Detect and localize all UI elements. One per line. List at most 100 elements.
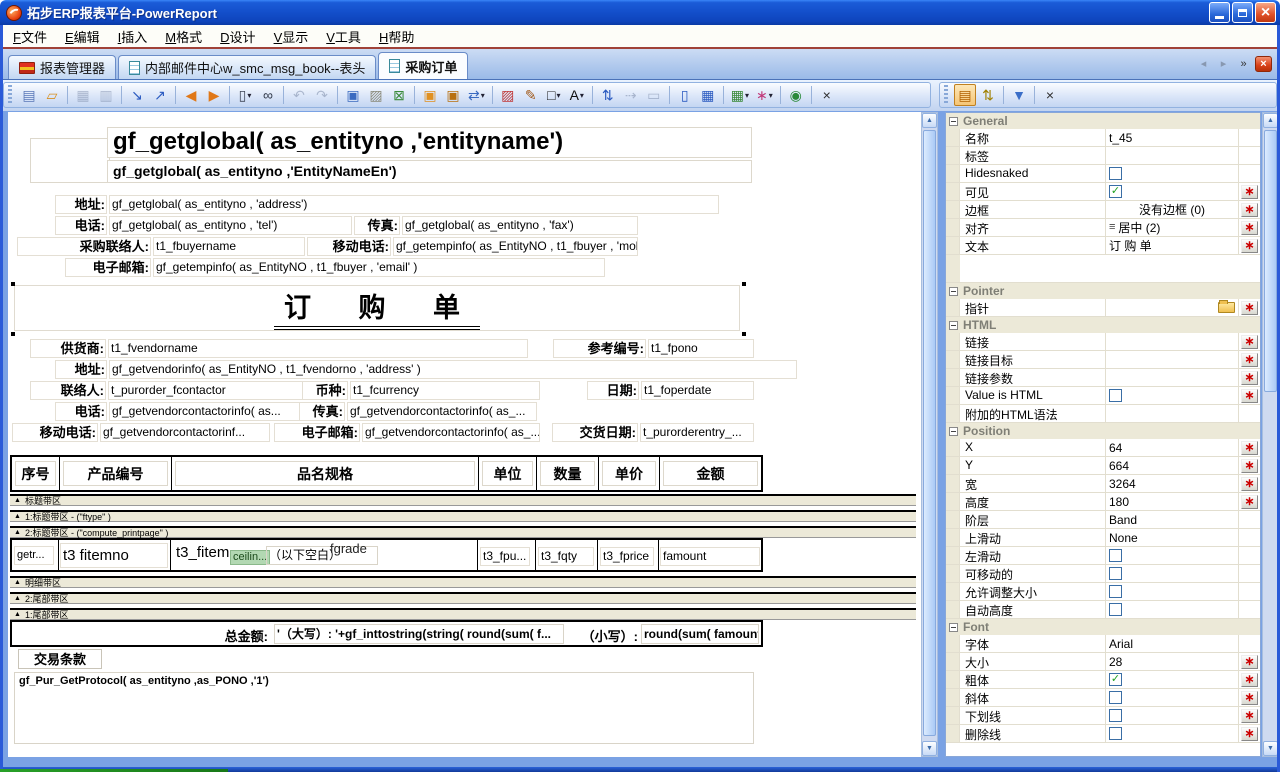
property-value[interactable] xyxy=(1106,725,1238,742)
expression-button[interactable]: ∗ xyxy=(1241,709,1258,723)
property-row[interactable]: 自动高度 xyxy=(946,601,1260,619)
find-icon[interactable]: ∞ xyxy=(257,84,279,106)
property-value[interactable] xyxy=(1106,147,1238,164)
property-row[interactable]: 下划线 ∗ xyxy=(946,707,1260,725)
property-row[interactable]: Y 664 ∗ xyxy=(946,457,1260,475)
detail-field[interactable]: famount xyxy=(660,547,760,566)
close-panel-icon[interactable]: × xyxy=(1039,84,1061,106)
property-section-header[interactable]: HTML xyxy=(946,317,1260,333)
property-row[interactable]: 斜体 ∗ xyxy=(946,689,1260,707)
selection-handle[interactable] xyxy=(742,282,746,286)
menu-item[interactable]: H帮助 xyxy=(370,25,423,48)
field-value[interactable]: '（大写）: '+gf_inttostring(string( round(su… xyxy=(274,624,564,644)
expression-button[interactable]: ∗ xyxy=(1241,335,1258,349)
property-value[interactable] xyxy=(1106,601,1238,618)
property-value[interactable] xyxy=(1106,333,1238,350)
close-button[interactable] xyxy=(1255,2,1276,23)
checkbox[interactable]: ✓ xyxy=(1109,185,1122,198)
detail-field[interactable]: t3_fprice xyxy=(600,547,654,566)
scroll-tabs-right-icon[interactable]: ▸ xyxy=(1215,56,1232,72)
property-row[interactable]: 可见 ✓ ∗ xyxy=(946,183,1260,201)
option-icon[interactable]: ▭ xyxy=(643,84,665,106)
detail-row[interactable]: getr... t3 fitemno t3_fitem ceilin... （以… xyxy=(10,538,763,572)
menu-item[interactable]: E编辑 xyxy=(56,25,109,48)
property-value[interactable] xyxy=(1106,689,1238,706)
field-label[interactable]: 电话: xyxy=(55,402,107,421)
folder-icon[interactable] xyxy=(1218,302,1235,313)
field-label[interactable]: 移动电话: xyxy=(307,237,391,256)
border-icon[interactable]: □ ▾ xyxy=(543,84,565,106)
collapse-icon[interactable] xyxy=(949,287,958,296)
property-value[interactable]: ≡ 居中 (2) xyxy=(1106,219,1238,236)
property-section-header[interactable]: Font xyxy=(946,619,1260,635)
property-value[interactable]: 3264 xyxy=(1106,475,1238,492)
detail-field[interactable]: fgrade xyxy=(330,541,367,556)
selection-handle[interactable] xyxy=(11,282,15,286)
detail-field[interactable]: t3_fqty xyxy=(538,547,594,566)
property-value[interactable]: t_45 xyxy=(1106,129,1238,146)
table-header-cell[interactable]: 单价 xyxy=(599,457,660,490)
property-value[interactable] xyxy=(1106,299,1238,316)
band-collapse-icon[interactable]: ▲ xyxy=(14,513,21,520)
property-section-header[interactable]: Position xyxy=(946,423,1260,439)
field-value[interactable]: round(sum( famount ... xyxy=(641,624,759,644)
table-header-cell[interactable]: 单位 xyxy=(479,457,537,490)
expression-button[interactable]: ∗ xyxy=(1241,301,1258,315)
menu-item[interactable]: F文件 xyxy=(4,25,56,48)
band-bar[interactable]: ▲ 2:标题带区 - ("compute_printpage" ) xyxy=(10,526,916,538)
band-collapse-icon[interactable]: ▲ xyxy=(14,595,21,602)
terms-label[interactable]: 交易条款 xyxy=(18,649,102,669)
field-label[interactable]: 电话: xyxy=(55,216,107,235)
page-setup-icon[interactable]: ▦ xyxy=(697,84,719,106)
canvas-vertical-scrollbar[interactable] xyxy=(921,112,938,757)
expression-button[interactable]: ∗ xyxy=(1241,371,1258,385)
table-header-cell[interactable]: 数量 xyxy=(537,457,599,490)
property-row[interactable]: 阶层 Band xyxy=(946,511,1260,529)
new-page-icon[interactable]: ▯ ▾ xyxy=(234,84,256,106)
property-value[interactable]: ✓ xyxy=(1106,183,1238,200)
property-value[interactable]: None xyxy=(1106,529,1238,546)
band-bar[interactable]: ▲ 明细带区 xyxy=(10,576,916,588)
field-value[interactable]: t_purorderentry_... xyxy=(640,423,754,442)
field-label[interactable]: 联络人: xyxy=(30,381,106,400)
property-row[interactable]: 对齐 ≡ 居中 (2) ∗ xyxy=(946,219,1260,237)
property-row[interactable]: 字体 Arial xyxy=(946,635,1260,653)
toolbar-grip[interactable] xyxy=(944,85,948,105)
expression-button[interactable]: ∗ xyxy=(1241,389,1258,403)
scroll-thumb[interactable] xyxy=(1264,130,1277,392)
property-row[interactable]: 大小 28 ∗ xyxy=(946,653,1260,671)
import-icon[interactable]: ↘ xyxy=(126,84,148,106)
protocol-field[interactable]: gf_Pur_GetProtocol( as_entityno ,as_PONO… xyxy=(14,672,754,744)
send-back-icon[interactable]: ▣ xyxy=(442,84,464,106)
table-header-cell[interactable]: 品名规格 xyxy=(172,457,479,490)
detail-table-header[interactable]: 序号 产品编号 品名规格 单位 数量 单价 金额 xyxy=(10,455,763,492)
field-value[interactable]: gf_getvendorcontactorinfo( as_... xyxy=(362,423,540,442)
expression-button[interactable]: ∗ xyxy=(1241,441,1258,455)
checkbox[interactable] xyxy=(1109,727,1122,740)
property-row[interactable]: 可移动的 xyxy=(946,565,1260,583)
save-all-icon[interactable]: ▥ xyxy=(95,84,117,106)
font-color-icon[interactable]: A ▾ xyxy=(566,84,588,106)
checkbox[interactable]: ✓ xyxy=(1109,673,1122,686)
property-value[interactable]: ✓ xyxy=(1106,671,1238,688)
expression-button[interactable]: ∗ xyxy=(1241,673,1258,687)
band-bar[interactable]: ▲ 1:标题带区 - ("ftype" ) xyxy=(10,510,916,522)
property-value[interactable]: 664 xyxy=(1106,457,1238,474)
field-value[interactable]: t1_fbuyername xyxy=(153,237,305,256)
property-row[interactable]: 粗体 ✓ ∗ xyxy=(946,671,1260,689)
table-header-cell[interactable]: 产品编号 xyxy=(60,457,172,490)
field-label[interactable]: 移动电话: xyxy=(12,423,98,442)
hyperlink-icon[interactable]: ◉ xyxy=(785,84,807,106)
field-label[interactable]: 传真: xyxy=(299,402,345,421)
property-row[interactable]: Hidesnaked xyxy=(946,165,1260,183)
field-label[interactable]: 日期: xyxy=(587,381,639,400)
filter-icon[interactable]: ▼ xyxy=(1008,84,1030,106)
expression-button[interactable]: ∗ xyxy=(1241,221,1258,235)
property-section-header[interactable]: Pointer xyxy=(946,283,1260,299)
expression-button[interactable]: ∗ xyxy=(1241,691,1258,705)
band-collapse-icon[interactable]: ▲ xyxy=(14,529,21,536)
property-value[interactable]: 64 xyxy=(1106,439,1238,456)
band-bar[interactable]: ▲ 2:尾部带区 xyxy=(10,592,916,604)
band-bar[interactable]: ▲ 标题带区 xyxy=(10,494,916,506)
scroll-tabs-left-icon[interactable]: ◂ xyxy=(1195,56,1212,72)
